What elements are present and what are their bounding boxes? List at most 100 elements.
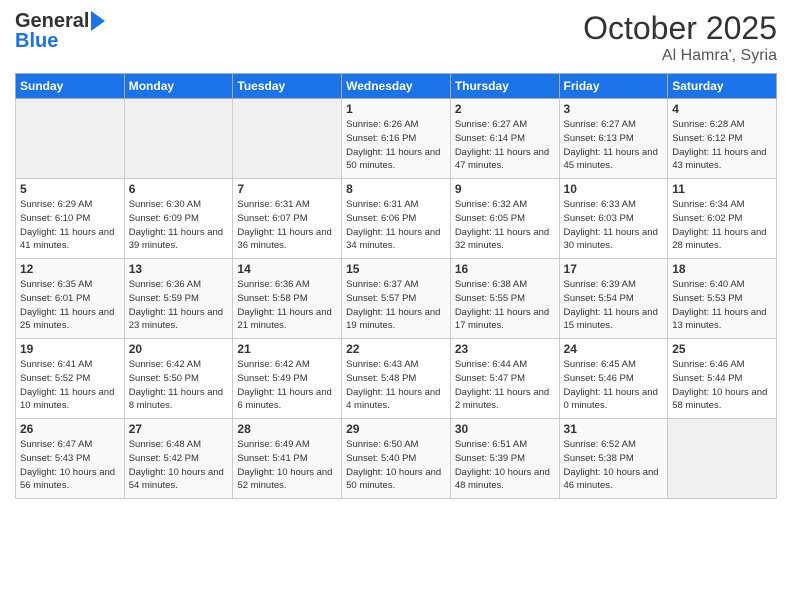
day-cell: 6Sunrise: 6:30 AM Sunset: 6:09 PM Daylig… <box>124 179 233 259</box>
day-number: 29 <box>346 422 446 436</box>
day-cell: 25Sunrise: 6:46 AM Sunset: 5:44 PM Dayli… <box>668 339 777 419</box>
day-info: Sunrise: 6:33 AM Sunset: 6:03 PM Dayligh… <box>564 198 664 253</box>
logo-text-general: General <box>15 10 89 32</box>
day-cell: 28Sunrise: 6:49 AM Sunset: 5:41 PM Dayli… <box>233 419 342 499</box>
day-cell: 26 Sunrise: 6:47 AM Sunset: 5:43 PM Dayli… <box>16 419 125 499</box>
day-cell: 4 Sunrise: 6:28 AM Sunset: 6:12 PM Daylig… <box>668 99 777 179</box>
day-cell: 11Sunrise: 6:34 AM Sunset: 6:02 PM Dayli… <box>668 179 777 259</box>
day-info: Sunrise: 6:28 AM Sunset: 6:12 PM Dayligh… <box>672 118 772 173</box>
day-cell: 18 Sunrise: 6:40 AM Sunset: 5:53 PM Dayli… <box>668 259 777 339</box>
week-row-2: 5 Sunrise: 6:29 AM Sunset: 6:10 PM Daylig… <box>16 179 777 259</box>
day-info: Sunrise: 6:40 AM Sunset: 5:53 PM Dayligh… <box>672 278 772 333</box>
day-number: 11 <box>672 182 772 196</box>
day-number: 1 <box>346 102 446 116</box>
day-cell: 22 Sunrise: 6:43 AM Sunset: 5:48 PM Dayli… <box>342 339 451 419</box>
day-info: Sunrise: 6:32 AM Sunset: 6:05 PM Dayligh… <box>455 198 555 253</box>
day-number: 19 <box>20 342 120 356</box>
day-cell: 23Sunrise: 6:44 AM Sunset: 5:47 PM Dayli… <box>450 339 559 419</box>
day-number: 30 <box>455 422 555 436</box>
day-number: 17 <box>564 262 664 276</box>
day-info: Sunrise: 6:30 AM Sunset: 6:09 PM Dayligh… <box>129 198 229 253</box>
day-cell: 16Sunrise: 6:38 AM Sunset: 5:55 PM Dayli… <box>450 259 559 339</box>
weekday-header-friday: Friday <box>559 74 668 99</box>
day-cell: 8 Sunrise: 6:31 AM Sunset: 6:06 PM Daylig… <box>342 179 451 259</box>
day-info: Sunrise: 6:26 AM Sunset: 6:16 PM Dayligh… <box>346 118 446 173</box>
day-info: Sunrise: 6:29 AM Sunset: 6:10 PM Dayligh… <box>20 198 120 253</box>
day-cell: 30 Sunrise: 6:51 AM Sunset: 5:39 PM Dayli… <box>450 419 559 499</box>
day-number: 22 <box>346 342 446 356</box>
month-title: October 2025 <box>583 10 777 47</box>
week-row-1: 1 Sunrise: 6:26 AM Sunset: 6:16 PM Daylig… <box>16 99 777 179</box>
day-cell <box>233 99 342 179</box>
day-info: Sunrise: 6:35 AM Sunset: 6:01 PM Dayligh… <box>20 278 120 333</box>
day-number: 24 <box>564 342 664 356</box>
day-number: 25 <box>672 342 772 356</box>
day-cell <box>668 419 777 499</box>
day-info: Sunrise: 6:27 AM Sunset: 6:14 PM Dayligh… <box>455 118 555 173</box>
weekday-header-tuesday: Tuesday <box>233 74 342 99</box>
day-info: Sunrise: 6:31 AM Sunset: 6:06 PM Dayligh… <box>346 198 446 253</box>
day-info: Sunrise: 6:48 AM Sunset: 5:42 PM Dayligh… <box>129 438 229 493</box>
day-cell: 1 Sunrise: 6:26 AM Sunset: 6:16 PM Daylig… <box>342 99 451 179</box>
day-info: Sunrise: 6:31 AM Sunset: 6:07 PM Dayligh… <box>237 198 337 253</box>
day-number: 9 <box>455 182 555 196</box>
day-info: Sunrise: 6:42 AM Sunset: 5:49 PM Dayligh… <box>237 358 337 413</box>
weekday-header-row: SundayMondayTuesdayWednesdayThursdayFrid… <box>16 74 777 99</box>
weekday-header-thursday: Thursday <box>450 74 559 99</box>
day-cell: 9 Sunrise: 6:32 AM Sunset: 6:05 PM Daylig… <box>450 179 559 259</box>
day-number: 8 <box>346 182 446 196</box>
day-info: Sunrise: 6:43 AM Sunset: 5:48 PM Dayligh… <box>346 358 446 413</box>
day-info: Sunrise: 6:49 AM Sunset: 5:41 PM Dayligh… <box>237 438 337 493</box>
day-cell: 24 Sunrise: 6:45 AM Sunset: 5:46 PM Dayli… <box>559 339 668 419</box>
day-cell: 27 Sunrise: 6:48 AM Sunset: 5:42 PM Dayli… <box>124 419 233 499</box>
day-info: Sunrise: 6:44 AM Sunset: 5:47 PM Dayligh… <box>455 358 555 413</box>
week-row-5: 26 Sunrise: 6:47 AM Sunset: 5:43 PM Dayli… <box>16 419 777 499</box>
weekday-header-sunday: Sunday <box>16 74 125 99</box>
day-info: Sunrise: 6:39 AM Sunset: 5:54 PM Dayligh… <box>564 278 664 333</box>
logo-arrow-icon <box>91 11 105 31</box>
title-block: October 2025 Al Hamra', Syria <box>583 10 777 65</box>
day-number: 4 <box>672 102 772 116</box>
day-cell: 2 Sunrise: 6:27 AM Sunset: 6:14 PM Daylig… <box>450 99 559 179</box>
day-cell: 29 Sunrise: 6:50 AM Sunset: 5:40 PM Dayli… <box>342 419 451 499</box>
day-cell: 31Sunrise: 6:52 AM Sunset: 5:38 PM Dayli… <box>559 419 668 499</box>
week-row-4: 19 Sunrise: 6:41 AM Sunset: 5:52 PM Dayli… <box>16 339 777 419</box>
weekday-header-wednesday: Wednesday <box>342 74 451 99</box>
day-cell: 7 Sunrise: 6:31 AM Sunset: 6:07 PM Daylig… <box>233 179 342 259</box>
day-info: Sunrise: 6:47 AM Sunset: 5:43 PM Dayligh… <box>20 438 120 493</box>
day-info: Sunrise: 6:45 AM Sunset: 5:46 PM Dayligh… <box>564 358 664 413</box>
day-info: Sunrise: 6:36 AM Sunset: 5:58 PM Dayligh… <box>237 278 337 333</box>
day-cell: 13 Sunrise: 6:36 AM Sunset: 5:59 PM Dayli… <box>124 259 233 339</box>
day-info: Sunrise: 6:38 AM Sunset: 5:55 PM Dayligh… <box>455 278 555 333</box>
day-cell: 21 Sunrise: 6:42 AM Sunset: 5:49 PM Dayli… <box>233 339 342 419</box>
day-number: 20 <box>129 342 229 356</box>
day-info: Sunrise: 6:51 AM Sunset: 5:39 PM Dayligh… <box>455 438 555 493</box>
day-number: 5 <box>20 182 120 196</box>
day-info: Sunrise: 6:42 AM Sunset: 5:50 PM Dayligh… <box>129 358 229 413</box>
day-cell <box>16 99 125 179</box>
day-number: 7 <box>237 182 337 196</box>
day-info: Sunrise: 6:50 AM Sunset: 5:40 PM Dayligh… <box>346 438 446 493</box>
day-info: Sunrise: 6:41 AM Sunset: 5:52 PM Dayligh… <box>20 358 120 413</box>
header: General Blue October 2025 Al Hamra', Syr… <box>15 10 777 65</box>
day-cell: 20 Sunrise: 6:42 AM Sunset: 5:50 PM Dayli… <box>124 339 233 419</box>
day-cell: 15 Sunrise: 6:37 AM Sunset: 5:57 PM Dayli… <box>342 259 451 339</box>
day-number: 21 <box>237 342 337 356</box>
day-number: 27 <box>129 422 229 436</box>
day-cell: 12 Sunrise: 6:35 AM Sunset: 6:01 PM Dayli… <box>16 259 125 339</box>
day-cell: 14Sunrise: 6:36 AM Sunset: 5:58 PM Dayli… <box>233 259 342 339</box>
day-number: 12 <box>20 262 120 276</box>
page-container: General Blue October 2025 Al Hamra', Syr… <box>0 0 792 509</box>
day-cell: 3 Sunrise: 6:27 AM Sunset: 6:13 PM Daylig… <box>559 99 668 179</box>
day-number: 2 <box>455 102 555 116</box>
day-number: 15 <box>346 262 446 276</box>
day-info: Sunrise: 6:37 AM Sunset: 5:57 PM Dayligh… <box>346 278 446 333</box>
day-number: 18 <box>672 262 772 276</box>
day-info: Sunrise: 6:36 AM Sunset: 5:59 PM Dayligh… <box>129 278 229 333</box>
day-number: 26 <box>20 422 120 436</box>
day-number: 13 <box>129 262 229 276</box>
day-info: Sunrise: 6:27 AM Sunset: 6:13 PM Dayligh… <box>564 118 664 173</box>
location-title: Al Hamra', Syria <box>583 47 777 65</box>
day-number: 3 <box>564 102 664 116</box>
weekday-header-saturday: Saturday <box>668 74 777 99</box>
